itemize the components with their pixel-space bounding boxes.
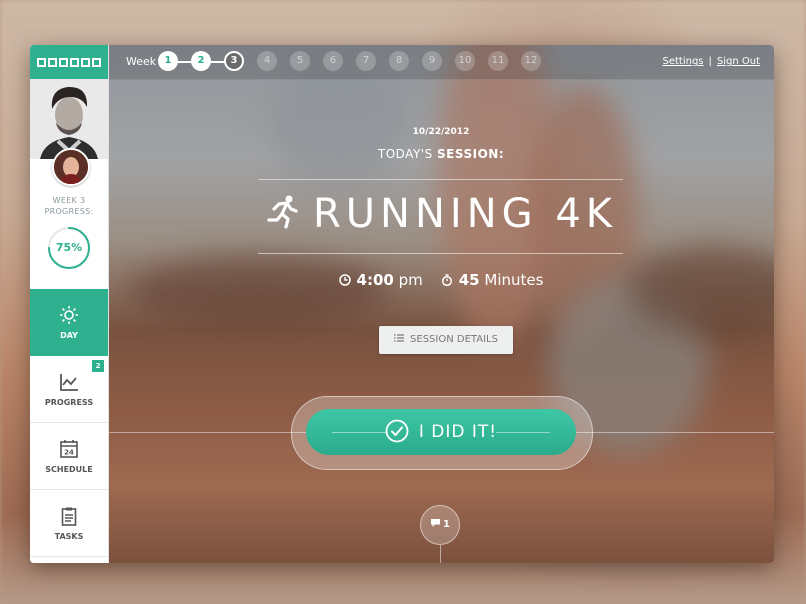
session-heading-prefix: TODAY'S [377,147,438,161]
week-11-button[interactable]: 11 [488,51,508,71]
session-meta: 4:00 pm 45 Minutes [108,271,774,289]
comments-button[interactable]: 1 [420,505,460,545]
session-heading: TODAY'S SESSION: [108,147,774,161]
session-details-button[interactable]: SESSION DETAILS [379,326,513,354]
sidebar: WEEK 3 PROGRESS: 75% DAY 2 PROGRESS 24 S… [30,45,109,563]
calendar-icon: 24 [60,440,78,458]
divider-bottom [258,253,623,254]
speech-bubble-icon [431,519,441,527]
week-9-button[interactable]: 9 [422,51,442,71]
i-did-it-button[interactable]: I DID IT! [306,409,576,455]
session-duration: 45 [458,271,480,289]
app-logo[interactable] [30,45,108,79]
week-10-button[interactable]: 10 [455,51,475,71]
week-progress: WEEK 3 PROGRESS: 75% [30,195,108,271]
week-progress-label: WEEK 3 PROGRESS: [44,196,94,216]
comment-connector [440,545,441,563]
list-icon [394,334,405,342]
activity-name: RUNNING 4K [312,191,618,237]
account-links: Settings | Sign Out [662,56,760,67]
check-circle-icon [385,419,409,443]
session-heading-bold: SESSION: [437,147,505,161]
sidebar-item-day[interactable]: DAY [30,289,108,356]
sidebar-item-day-label: DAY [60,331,78,340]
clock-icon [338,274,351,286]
week-4-button[interactable]: 4 [257,51,277,71]
session-date: 10/22/2012 [412,127,470,137]
done-button-halo: I DID IT! [291,396,593,470]
sidebar-nav: DAY 2 PROGRESS 24 SCHEDULE TASKS [30,289,108,557]
settings-link[interactable]: Settings [662,56,703,67]
link-separator: | [708,56,712,67]
divider-top [258,179,623,180]
logo-mark [37,57,101,67]
session-time: 4:00 [356,271,394,289]
sun-icon [60,306,78,324]
comment-count: 1 [443,519,450,530]
progress-ring: 75% [46,225,92,271]
app-window: Week 1 2 3 4 5 6 7 8 9 10 11 12 Settings | Sign Out 1… [30,45,774,563]
week-7-button[interactable]: 7 [356,51,376,71]
sidebar-item-tasks[interactable]: TASKS [30,490,108,557]
partner-avatar[interactable] [52,148,90,186]
user-photo [30,79,108,159]
progress-percent: 75% [55,241,83,254]
week-2-button[interactable]: 2 [191,51,211,71]
week-3-button[interactable]: 3 [224,51,244,71]
activity-title: RUNNING 4K [108,191,774,237]
chart-icon [60,374,78,391]
runner-icon [267,195,298,229]
week-5-button[interactable]: 5 [290,51,310,71]
week-8-button[interactable]: 8 [389,51,409,71]
clipboard-icon [61,507,77,526]
hero-photo: Week 1 2 3 4 5 6 7 8 9 10 11 12 Settings | Sign Out 1… [108,45,774,563]
stopwatch-icon [441,274,452,286]
calendar-day: 24 [64,449,74,457]
week-bar: Week 1 2 3 4 5 6 7 8 9 10 11 12 Settings | Sign Out [108,45,774,80]
i-did-it-label: I DID IT! [418,422,498,442]
session-time-suffix: pm [393,271,423,289]
sidebar-item-progress[interactable]: 2 PROGRESS [30,356,108,423]
progress-badge: 2 [92,360,104,372]
sidebar-item-progress-label: PROGRESS [44,398,94,407]
partner-photo [54,150,88,184]
sidebar-item-schedule[interactable]: 24 SCHEDULE [30,423,108,490]
sign-out-link[interactable]: Sign Out [717,56,760,67]
user-avatar[interactable] [30,79,108,159]
session-duration-suffix: Minutes [479,271,544,289]
sidebar-item-schedule-label: SCHEDULE [45,465,93,474]
week-label: Week [126,55,157,68]
sidebar-item-tasks-label: TASKS [54,532,84,541]
week-6-button[interactable]: 6 [323,51,343,71]
week-12-button[interactable]: 12 [521,51,541,71]
session-details-label: SESSION DETAILS [410,334,498,345]
week-1-button[interactable]: 1 [158,51,178,71]
